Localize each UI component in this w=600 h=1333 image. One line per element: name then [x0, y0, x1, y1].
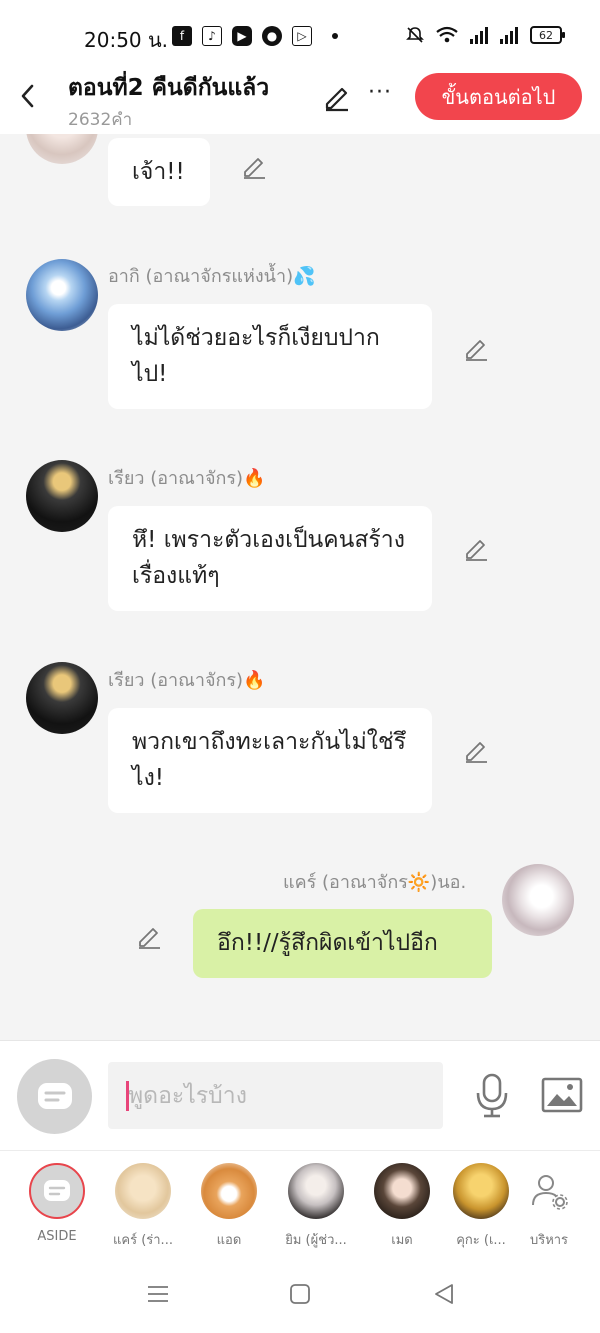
- text-cursor: [126, 1081, 129, 1111]
- avatar[interactable]: [26, 460, 98, 532]
- avatar: [115, 1163, 171, 1219]
- app-icon: ●: [262, 26, 282, 46]
- next-step-button[interactable]: ขั้นตอนต่อไป: [415, 73, 582, 120]
- character-chip[interactable]: คุกะ (เ...: [446, 1163, 516, 1250]
- character-aside[interactable]: ASIDE: [22, 1163, 92, 1244]
- avatar: [453, 1163, 509, 1219]
- character-label: เมด: [391, 1233, 413, 1248]
- character-chip[interactable]: เมด: [367, 1163, 437, 1250]
- avatar[interactable]: [502, 864, 574, 936]
- signal-icon: [500, 26, 518, 44]
- message-bubble[interactable]: หึ! เพราะตัวเองเป็นคนสร้างเรื่องแท้ๆ: [108, 506, 432, 611]
- battery-icon: 62: [530, 26, 565, 44]
- notification-icons: f ♪ ▶ ● ▷: [172, 26, 338, 46]
- aside-icon: [29, 1163, 85, 1219]
- message-bubble[interactable]: ไม่ได้ช่วยอะไรก็เงียบปากไป!: [108, 304, 432, 409]
- signal-icon: [470, 26, 488, 44]
- back-arrow-icon[interactable]: [14, 82, 42, 110]
- facebook-icon: f: [172, 26, 192, 46]
- image-icon[interactable]: [541, 1077, 583, 1113]
- composer-bar: [0, 1040, 600, 1150]
- edit-message-icon[interactable]: [462, 534, 490, 562]
- avatar: [288, 1163, 344, 1219]
- edit-message-icon[interactable]: [462, 736, 490, 764]
- battery-level: 62: [539, 28, 553, 42]
- edit-message-icon[interactable]: [135, 922, 163, 950]
- wifi-icon: [436, 26, 458, 43]
- avatar: [201, 1163, 257, 1219]
- status-time: 20:50 น.: [84, 28, 169, 52]
- system-navigation-bar: [0, 1258, 600, 1333]
- manage-characters-button[interactable]: บริหาร: [514, 1163, 584, 1250]
- system-icons: 62: [406, 26, 565, 44]
- message-bubble[interactable]: อึก!!//รู้สึกผิดเข้าไปอีก: [193, 909, 492, 978]
- sender-name: เรียว (อาณาจักร)🔥: [108, 670, 266, 691]
- sender-name: อากิ (อาณาจักรแห่งน้ำ)💦: [108, 266, 316, 287]
- character-label: ยิม (ผู้ช่ว...: [285, 1233, 347, 1248]
- character-label: แอด: [216, 1233, 242, 1248]
- character-chip[interactable]: แอด: [194, 1163, 264, 1250]
- status-bar: 20:50 น. f ♪ ▶ ● ▷ 62: [0, 0, 600, 68]
- chapter-title: ตอนที่2 คืนดีกันแล้ว: [68, 75, 270, 101]
- avatar[interactable]: [26, 662, 98, 734]
- back-triangle-icon[interactable]: [430, 1280, 458, 1308]
- character-label: ASIDE: [37, 1229, 77, 1244]
- message-bubble[interactable]: เจ้า!!: [108, 138, 210, 206]
- character-selector: ASIDE แคร์ (ร่า... แอด ยิม (ผู้ช่ว... เม…: [0, 1150, 600, 1258]
- chat-area[interactable]: เจ้า!! อากิ (อาณาจักรแห่งน้ำ)💦 ไม่ได้ช่ว…: [0, 134, 600, 1040]
- more-menu-button[interactable]: ···: [368, 80, 392, 105]
- chapter-header: ตอนที่2 คืนดีกันแล้ว 2632คำ ··· ขั้นตอนต…: [0, 68, 600, 134]
- home-icon[interactable]: [286, 1280, 314, 1308]
- edit-message-icon[interactable]: [240, 152, 268, 180]
- character-label: คุกะ (เ...: [456, 1233, 506, 1248]
- message-bubble[interactable]: พวกเขาถึงทะเลาะกันไม่ใช่รึไง!: [108, 708, 432, 813]
- menu-icon[interactable]: [144, 1280, 172, 1308]
- youtube-icon: ▶: [232, 26, 252, 46]
- avatar[interactable]: [26, 259, 98, 331]
- edit-pencil-icon[interactable]: [322, 82, 352, 112]
- microphone-icon[interactable]: [474, 1073, 510, 1119]
- chat-bubble-icon: [37, 1082, 72, 1109]
- sender-name: เรียว (อาณาจักร)🔥: [108, 468, 266, 489]
- aside-toggle-button[interactable]: [17, 1059, 92, 1134]
- character-chip[interactable]: แคร์ (ร่า...: [108, 1163, 178, 1250]
- message-input[interactable]: [108, 1062, 443, 1129]
- more-notifications-dot: [332, 33, 338, 39]
- edit-message-icon[interactable]: [462, 334, 490, 362]
- word-count: 2632คำ: [68, 110, 133, 130]
- user-settings-icon: [521, 1163, 577, 1219]
- avatar: [374, 1163, 430, 1219]
- media-icon: ▷: [292, 26, 312, 46]
- tiktok-icon: ♪: [202, 26, 222, 46]
- character-chip[interactable]: ยิม (ผู้ช่ว...: [281, 1163, 351, 1250]
- mute-icon: [406, 27, 424, 43]
- character-label: แคร์ (ร่า...: [113, 1233, 173, 1248]
- avatar[interactable]: [26, 134, 98, 164]
- sender-name: แคร์ (อาณาจักร🔆)นอ.: [283, 872, 467, 893]
- character-label: บริหาร: [529, 1233, 569, 1248]
